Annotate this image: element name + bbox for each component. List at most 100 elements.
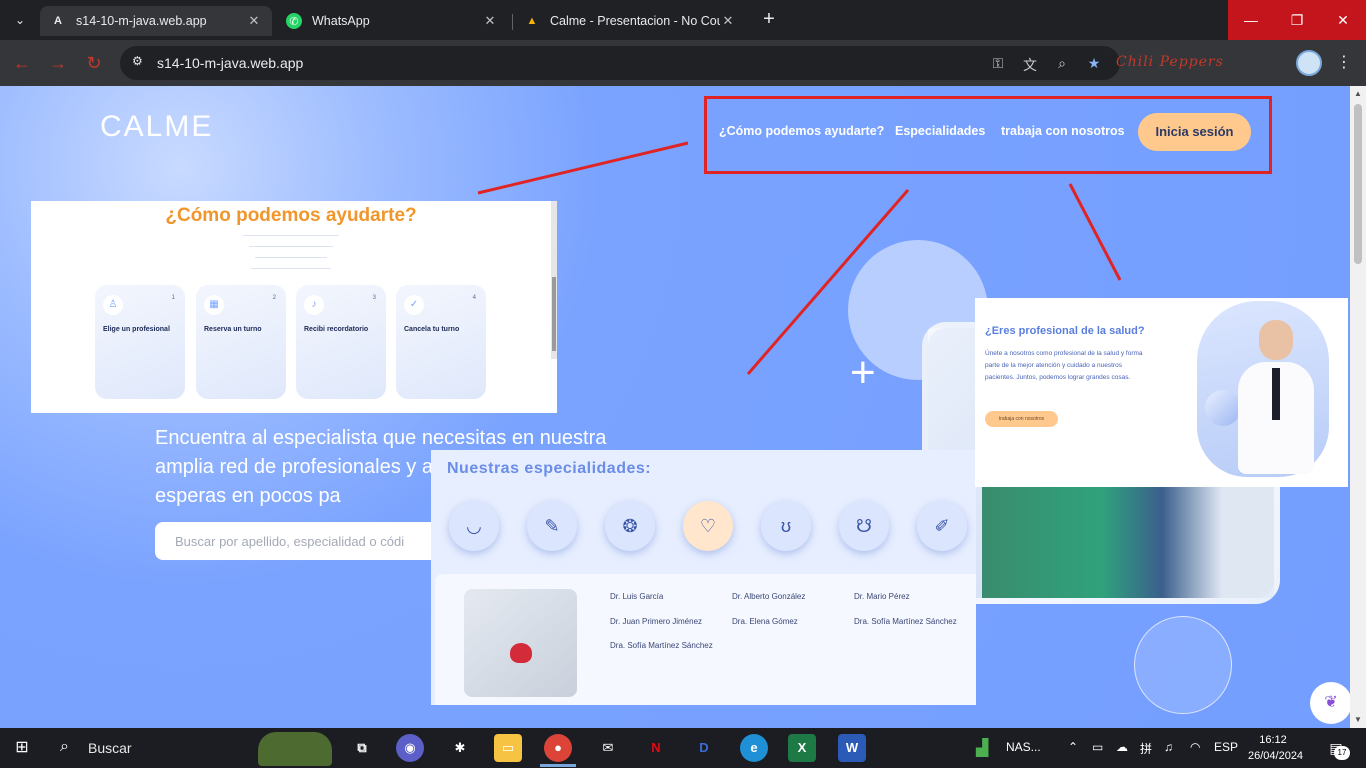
tab-calme-app[interactable]: A s14-10-m-java.web.app ✕ [40, 6, 272, 36]
professional-section-screenshot: ¿Eres profesional de la salud? Únete a n… [975, 298, 1348, 487]
cloud-icon[interactable]: ☁ [1116, 740, 1128, 754]
stock-chart-icon[interactable]: ▟ [976, 738, 988, 758]
step-title: Cancela tu turno [404, 326, 460, 333]
slack-icon[interactable]: ✱ [446, 734, 474, 762]
disney-plus-icon[interactable]: D [690, 734, 718, 762]
doctor-icon: ♙ [103, 295, 123, 315]
volume-icon[interactable]: ♫ [1164, 740, 1173, 754]
more-menu-icon[interactable]: ⋮ [1336, 52, 1352, 72]
tab-title: s14-10-m-java.web.app [76, 14, 207, 28]
close-tab-icon[interactable]: ✕ [720, 13, 736, 29]
help-scroll-thumb [552, 277, 556, 351]
address-bar[interactable]: ⚙ s14-10-m-java.web.app ⚿ 文 ⌕ ★ [120, 46, 1120, 80]
translate-icon[interactable]: 文 [1020, 55, 1040, 73]
stock-widget-label[interactable]: NAS... [1006, 740, 1041, 754]
login-button[interactable]: Inicia sesión [1138, 113, 1251, 151]
step-card: ▦ 2 Reserva un turno [196, 285, 286, 399]
scroll-down-icon[interactable]: ▼ [1353, 715, 1363, 725]
step-card: ♙ 1 Elige un profesional [95, 285, 185, 399]
doctor-name[interactable]: Dr. Alberto González [732, 592, 805, 601]
minimize-button[interactable]: — [1228, 0, 1274, 40]
back-icon[interactable]: ← [10, 51, 34, 75]
tab-presentation[interactable]: ▲ Calme - Presentacion - No Cou ✕ [514, 6, 746, 36]
doctor-name[interactable]: Dra. Elena Gómez [732, 617, 798, 626]
bell-icon: ♪ [304, 295, 324, 315]
help-scrollbar [551, 201, 557, 359]
taskbar-search-label: Buscar [88, 740, 132, 756]
tab-search-icon[interactable]: ⌄ [8, 8, 32, 32]
doctor-stethoscope-photo [464, 589, 577, 697]
close-tab-icon[interactable]: ✕ [482, 13, 498, 29]
chevron-up-icon[interactable]: ⌃ [1068, 740, 1078, 754]
web-page: CALME + Encuentra al especialista que ne… [0, 86, 1366, 728]
meet-icon[interactable]: ◉ [396, 734, 424, 762]
doctor-name[interactable]: Dr. Mario Pérez [854, 592, 910, 601]
nav-specialties-link[interactable]: Especialidades [895, 124, 985, 138]
doctor-name[interactable]: Dr. Luis García [610, 592, 663, 601]
step-title: Elige un profesional [103, 326, 170, 333]
netflix-icon[interactable]: N [642, 734, 670, 762]
search-icon: ⌕ [60, 738, 69, 755]
heartbeat-icon[interactable]: ♡ [683, 501, 733, 551]
windows-taskbar: ⊞ ⌕ Buscar ⧉ ◉ ✱ ▭ ● ✉ N D e X W ▟ NAS..… [0, 728, 1366, 768]
browser-toolbar: ← → ↻ ⚙ s14-10-m-java.web.app ⚿ 文 ⌕ ★ Ch… [0, 40, 1366, 86]
bone-icon[interactable]: ✎ [527, 501, 577, 551]
forward-icon[interactable]: → [46, 51, 70, 75]
close-tab-icon[interactable]: ✕ [246, 13, 262, 29]
notification-count-badge: 17 [1334, 746, 1350, 760]
wifi-icon[interactable]: ◠ [1190, 740, 1200, 754]
doctor-head [1259, 320, 1293, 360]
file-explorer-icon[interactable]: ▭ [494, 734, 522, 762]
url-text: s14-10-m-java.web.app [157, 55, 304, 71]
system-clock[interactable]: 16:12 26/04/2024 [1248, 732, 1303, 764]
tooth-icon[interactable]: ◡ [449, 501, 499, 551]
meet-now-icon[interactable]: ▭ [1092, 740, 1103, 754]
step-title: Recibi recordatorio [304, 326, 369, 333]
zoom-icon[interactable]: ⌕ [1052, 55, 1072, 73]
brain-icon[interactable]: ❂ [605, 501, 655, 551]
decorative-ball [1205, 390, 1241, 426]
scroll-thumb[interactable] [1354, 104, 1362, 264]
work-with-us-button[interactable]: trabaja con nosotros [985, 411, 1058, 427]
nav-work-link[interactable]: trabaja con nosotros [1001, 124, 1125, 138]
reload-icon[interactable]: ↻ [82, 51, 106, 75]
step-number: 1 [171, 295, 175, 301]
chat-assistant-icon[interactable]: ❦ [1310, 682, 1352, 724]
extension-brand[interactable]: Chili Peppers [1116, 54, 1224, 70]
syringe-icon[interactable]: ✐ [917, 501, 967, 551]
tab-separator [512, 14, 513, 30]
chrome-icon[interactable]: ● [544, 734, 572, 762]
ime-icon[interactable]: 拼 [1140, 740, 1152, 757]
pro-title: ¿Eres profesional de la salud? [985, 325, 1145, 337]
stomach-icon[interactable]: ☋ [839, 501, 889, 551]
excel-icon[interactable]: X [788, 734, 816, 762]
new-tab-button[interactable]: + [758, 8, 780, 30]
nav-help-link[interactable]: ¿Cómo podemos ayudarte? [719, 124, 884, 138]
language-indicator[interactable]: ESP [1214, 740, 1238, 754]
doctor-name[interactable]: Dra. Sofía Martínez Sánchez [854, 617, 957, 626]
scroll-up-icon[interactable]: ▲ [1353, 89, 1363, 99]
bookmark-star-icon[interactable]: ★ [1084, 55, 1104, 73]
close-window-button[interactable]: ✕ [1320, 0, 1366, 40]
doctor-name[interactable]: Dr. Juan Primero Jiménez [610, 617, 702, 626]
clock-time: 16:12 [1259, 734, 1287, 746]
windows-start-icon[interactable]: ⊞ [12, 738, 32, 758]
key-icon[interactable]: ⚿ [988, 55, 1008, 73]
tab-strip: ⌄ A s14-10-m-java.web.app ✕ ✆ WhatsApp ✕… [0, 0, 1366, 40]
specialties-title: Nuestras especialidades: [447, 460, 652, 477]
help-title: ¿Cómo podemos ayudarte? [165, 205, 417, 226]
page-scrollbar[interactable]: ▲ ▼ [1350, 86, 1366, 728]
tab-whatsapp[interactable]: ✆ WhatsApp ✕ [276, 6, 508, 36]
doctor-name[interactable]: Dra. Sofía Martínez Sánchez [610, 641, 713, 650]
drive-icon: ▲ [526, 15, 538, 27]
step-title: Reserva un turno [204, 326, 262, 333]
lungs-icon[interactable]: ʊ [761, 501, 811, 551]
restore-button[interactable]: ❐ [1274, 0, 1320, 40]
mail-icon[interactable]: ✉ [594, 734, 622, 762]
task-view-icon[interactable]: ⧉ [348, 734, 376, 762]
tab-title: WhatsApp [312, 14, 370, 28]
site-settings-icon[interactable]: ⚙ [132, 54, 150, 72]
word-icon[interactable]: W [838, 734, 866, 762]
profile-avatar[interactable] [1296, 50, 1322, 76]
edge-icon[interactable]: e [740, 734, 768, 762]
